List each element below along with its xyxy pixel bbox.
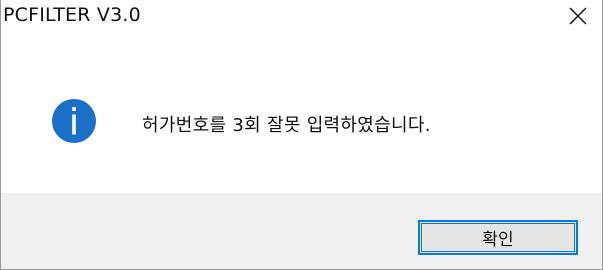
message-dialog: PCFILTER V3.0 허가번호를 3회 잘못 입력하였습니다. 확인: [0, 0, 603, 270]
ok-button-label: 확인: [482, 230, 514, 250]
message-text: 허가번호를 3회 잘못 입력하였습니다.: [142, 115, 431, 136]
title-bar[interactable]: PCFILTER V3.0: [1, 0, 602, 40]
dialog-content: 허가번호를 3회 잘못 입력하였습니다.: [1, 40, 602, 193]
dialog-footer: 확인: [1, 193, 602, 269]
window-title: PCFILTER V3.0: [3, 4, 141, 26]
ok-button[interactable]: 확인: [418, 220, 578, 255]
info-icon: [52, 99, 96, 143]
close-icon: [569, 7, 587, 25]
close-button[interactable]: [558, 0, 598, 32]
